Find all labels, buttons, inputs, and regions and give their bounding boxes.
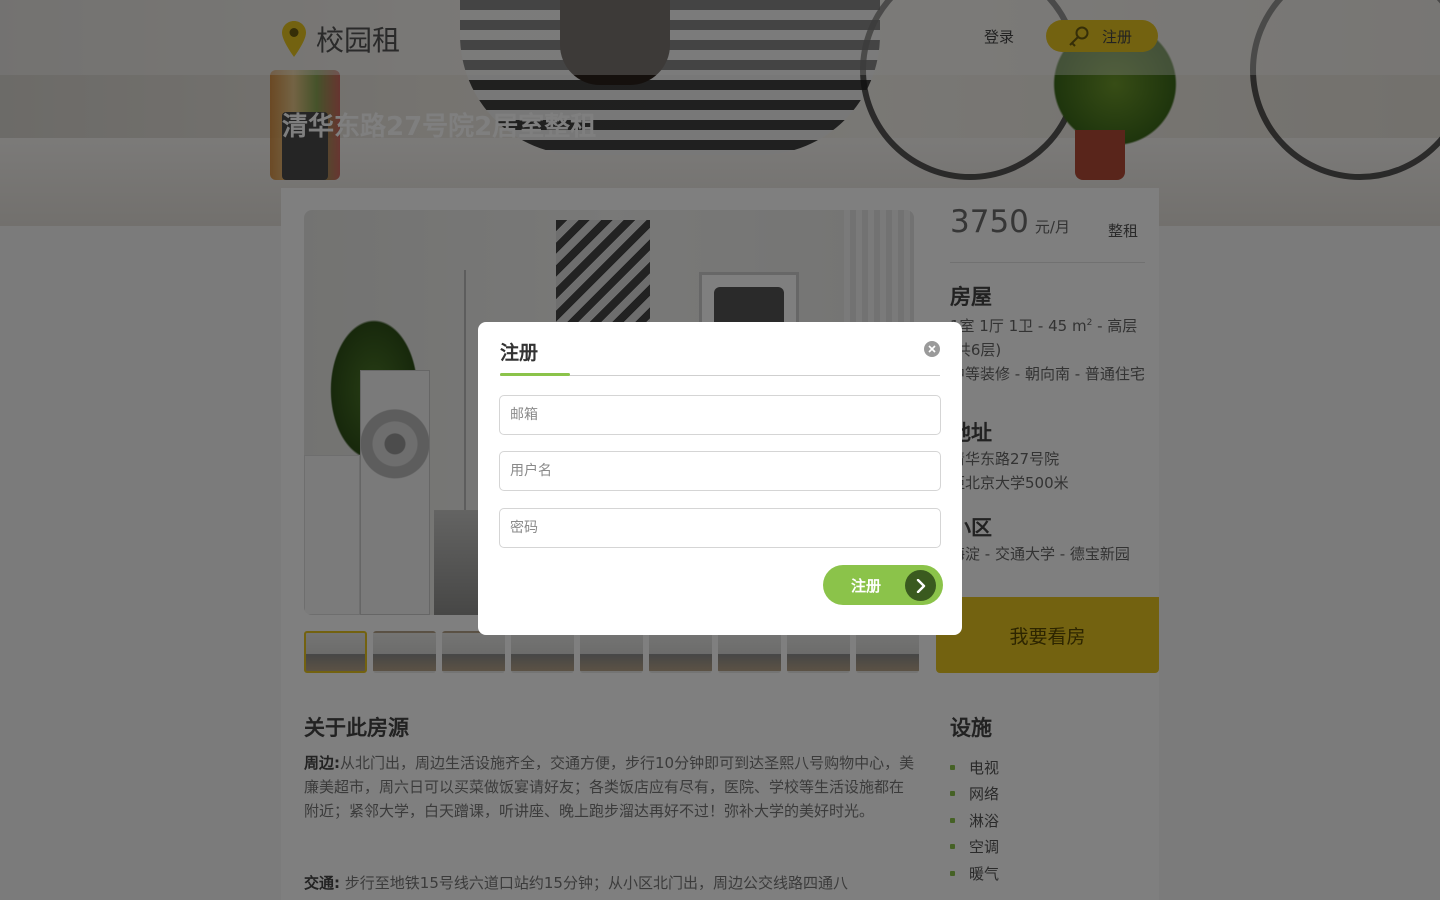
username-field[interactable] xyxy=(499,451,941,491)
modal-tab-indicator xyxy=(500,373,570,376)
modal-title: 注册 xyxy=(500,342,539,364)
register-modal: 注册 注册 xyxy=(478,322,962,635)
chevron-right-icon xyxy=(905,570,936,601)
register-submit-label: 注册 xyxy=(851,576,882,595)
close-icon[interactable] xyxy=(924,341,940,357)
password-field[interactable] xyxy=(499,508,941,548)
email-field[interactable] xyxy=(499,395,941,435)
register-submit-button[interactable]: 注册 xyxy=(823,565,943,605)
